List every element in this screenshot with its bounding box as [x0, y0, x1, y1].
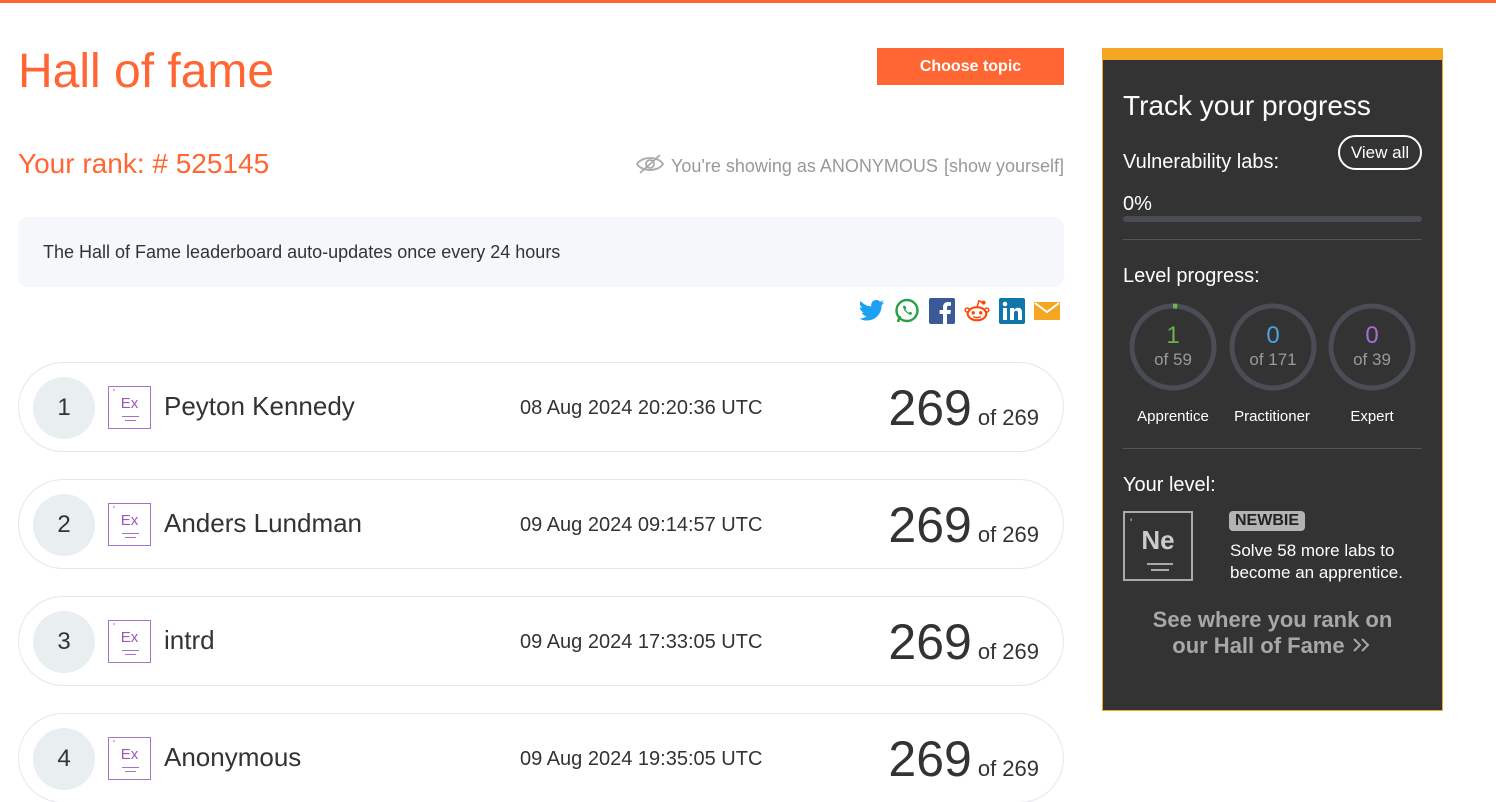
- user-name: intrd: [164, 625, 215, 655]
- score: 269 of 269: [888, 730, 1039, 788]
- score-value: 269: [888, 731, 972, 787]
- eye-slash-icon: [635, 153, 665, 180]
- expert-badge-icon: ' Ex: [108, 386, 151, 429]
- leaderboard-row: 1 ' Ex Peyton Kennedy 08 Aug 2024 20:20:3…: [18, 362, 1064, 452]
- apprentice-label: Apprentice: [1137, 408, 1209, 425]
- completion-date: 09 Aug 2024 19:35:05 UTC: [520, 748, 763, 770]
- expert-solved: 0: [1365, 322, 1379, 349]
- score: 269 of 269: [888, 496, 1039, 554]
- view-all-button[interactable]: View all: [1338, 135, 1422, 170]
- expert-badge-icon: ' Ex: [108, 503, 151, 546]
- score-value: 269: [888, 497, 972, 553]
- apprentice-total: of 59: [1154, 350, 1192, 369]
- leaderboard-row: 4 ' Ex Anonymous 09 Aug 2024 19:35:05 UTC…: [18, 713, 1064, 802]
- score-total: of 269: [977, 639, 1039, 664]
- score-total: of 269: [977, 756, 1039, 781]
- expert-badge-icon: ' Ex: [108, 620, 151, 663]
- level-badge-symbol: Ne: [1141, 525, 1175, 555]
- see-rank-link[interactable]: See where you rank on our Hall of Fame: [1143, 607, 1402, 659]
- reddit-icon[interactable]: [964, 298, 990, 324]
- completion-date: 09 Aug 2024 17:33:05 UTC: [520, 631, 763, 653]
- apprentice-solved: 1: [1166, 322, 1180, 349]
- linkedin-icon[interactable]: [999, 298, 1025, 324]
- rank-position: 4: [33, 728, 95, 790]
- user-name: Anonymous: [164, 742, 302, 772]
- twitter-icon[interactable]: [859, 298, 885, 324]
- score-value: 269: [888, 614, 972, 670]
- score-total: of 269: [977, 522, 1039, 547]
- user-name: Anders Lundman: [164, 508, 363, 538]
- whatsapp-icon[interactable]: [894, 298, 920, 324]
- expert-progress-ring: 0 of 39: [1327, 302, 1417, 392]
- score-value: 269: [888, 380, 972, 436]
- facebook-icon[interactable]: [929, 298, 955, 324]
- anonymous-status: You're showing as ANONYMOUS [show yourse…: [635, 153, 1064, 180]
- info-text: The Hall of Fame leaderboard auto-update…: [43, 241, 561, 262]
- level-name-badge: NEWBIE: [1229, 511, 1305, 531]
- practitioner-label: Practitioner: [1234, 408, 1310, 425]
- practitioner-solved: 0: [1266, 322, 1280, 349]
- double-chevron-right-icon: [1351, 633, 1373, 658]
- share-icons: [859, 298, 1060, 324]
- expert-badge-icon: ' Ex: [108, 737, 151, 780]
- divider: [1123, 448, 1422, 449]
- vulnerability-labs-percent: 0%: [1123, 193, 1152, 215]
- choose-topic-button[interactable]: Choose topic: [877, 48, 1064, 85]
- leaderboard-row: 3 ' Ex intrd 09 Aug 2024 17:33:05 UTC 269…: [18, 596, 1064, 686]
- score-total: of 269: [977, 405, 1039, 430]
- completion-date: 09 Aug 2024 09:14:57 UTC: [520, 514, 763, 536]
- show-yourself-link[interactable]: [show yourself]: [944, 156, 1064, 177]
- page-title: Hall of fame: [18, 45, 275, 98]
- newbie-badge-icon: ' Ne: [1123, 511, 1193, 581]
- practitioner-progress-ring: 0 of 171: [1228, 302, 1318, 392]
- completion-date: 08 Aug 2024 20:20:36 UTC: [520, 397, 763, 419]
- user-name: Peyton Kennedy: [164, 391, 355, 421]
- vulnerability-labs-label: Vulnerability labs:: [1123, 151, 1280, 173]
- expert-total: of 39: [1353, 350, 1391, 369]
- expert-label: Expert: [1350, 408, 1394, 425]
- info-box: The Hall of Fame leaderboard auto-update…: [18, 217, 1064, 287]
- vulnerability-progress-bar: [1123, 216, 1422, 222]
- email-icon[interactable]: [1034, 298, 1060, 324]
- your-rank: Your rank: # 525145: [18, 148, 270, 179]
- leaderboard-row: 2 ' Ex Anders Lundman 09 Aug 2024 09:14:5…: [18, 479, 1064, 569]
- badge-symbol: Ex: [120, 395, 139, 412]
- rank-position: 3: [33, 611, 95, 673]
- top-accent-bar: [0, 0, 1496, 3]
- progress-sidebar: Track your progress Vulnerability labs: …: [1102, 48, 1443, 711]
- anonymous-note-text: You're showing as ANONYMOUS: [671, 156, 938, 176]
- level-progress-label: Level progress:: [1123, 265, 1260, 287]
- sidebar-title: Track your progress: [1123, 90, 1371, 121]
- apprentice-progress-ring: 1 of 59: [1128, 302, 1218, 392]
- badge-symbol: Ex: [120, 746, 139, 763]
- badge-symbol: Ex: [120, 629, 139, 646]
- practitioner-total: of 171: [1249, 350, 1297, 369]
- your-level-label: Your level:: [1123, 474, 1216, 496]
- rank-position: 2: [33, 494, 95, 556]
- score: 269 of 269: [888, 379, 1039, 437]
- divider: [1123, 239, 1422, 240]
- solve-more-text: Solve 58 more labs to become an apprenti…: [1230, 541, 1403, 582]
- badge-symbol: Ex: [120, 512, 139, 529]
- score: 269 of 269: [888, 613, 1039, 671]
- rank-position: 1: [33, 377, 95, 439]
